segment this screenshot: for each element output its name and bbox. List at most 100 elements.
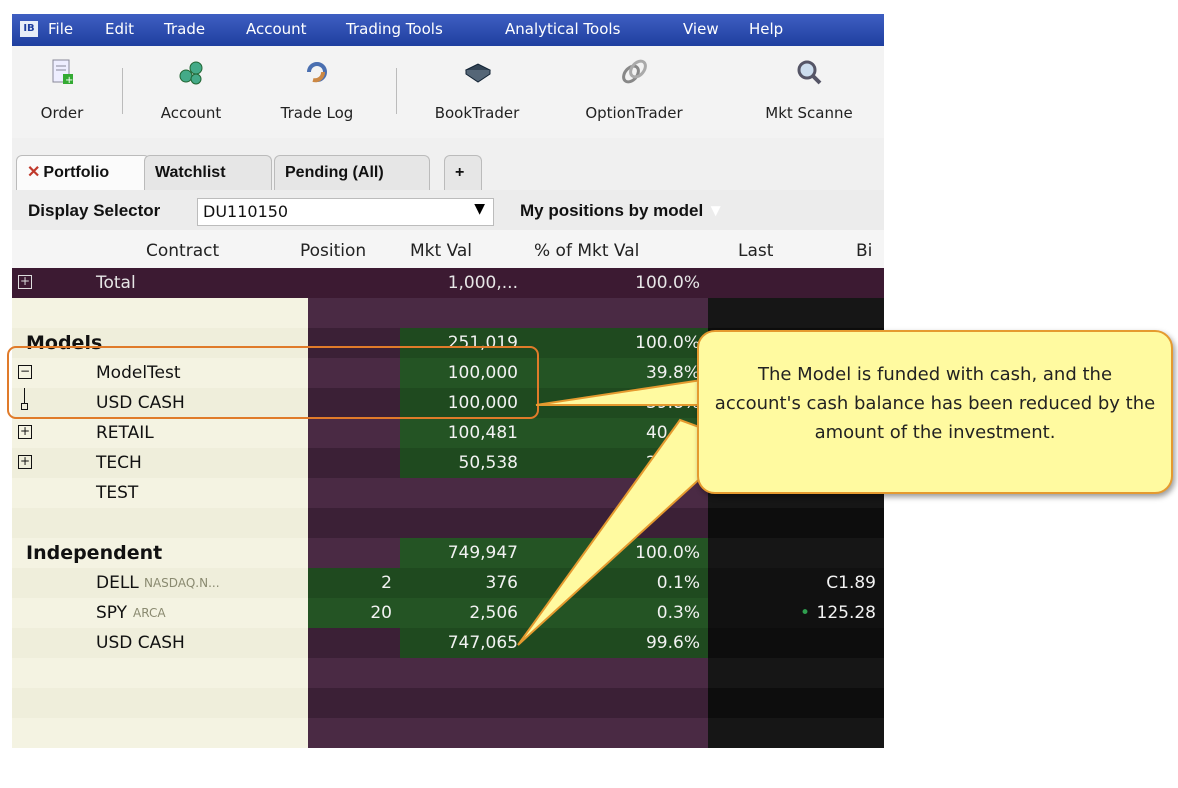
cell-mktval-text: 100,481	[447, 423, 518, 443]
blank-row	[12, 508, 884, 538]
tab-add[interactable]: +	[444, 155, 482, 190]
cell-mktval: 100,000	[400, 358, 526, 388]
tab-strip: ✕ Portfolio Watchlist Pending (All) +	[12, 138, 884, 190]
col-header-mkt-val[interactable]: Mkt Val	[410, 241, 472, 261]
table-row[interactable]: SPY ARCA 20 2,506 0.3% 125.28 •	[12, 598, 884, 628]
col-header-bid[interactable]: Bi	[856, 241, 872, 261]
cell-pct-text: 0.1%	[656, 573, 700, 593]
collapse-icon[interactable]: −	[18, 365, 32, 379]
expand-icon[interactable]: +	[18, 275, 32, 289]
cell-contract	[12, 688, 308, 718]
cell-contract-text: TEST	[96, 483, 139, 503]
cell-mktval-text: 1,000,...	[447, 273, 518, 293]
menu-edit[interactable]: Edit	[105, 20, 134, 38]
cell-last	[708, 718, 884, 748]
cell-position	[308, 448, 400, 478]
tree-connector	[24, 388, 25, 404]
col-header-last[interactable]: Last	[738, 241, 773, 261]
display-selector-label: Display Selector	[28, 201, 161, 220]
booktrader-icon	[463, 58, 491, 86]
tab-pending-all[interactable]: Pending (All)	[274, 155, 430, 190]
cell-contract	[12, 718, 308, 748]
col-header-position[interactable]: Position	[300, 241, 366, 261]
cell-last	[708, 298, 884, 328]
chevron-down-icon: ▼	[707, 201, 725, 220]
cell-mktval: 749,947	[400, 538, 526, 568]
cell-mktval-text: 376	[485, 573, 518, 593]
view-mode-dropdown[interactable]: My positions by model ▼	[520, 201, 724, 221]
cell-position	[308, 718, 400, 748]
display-selector-value: DU110150	[203, 202, 289, 221]
table-row[interactable]: DELL NASDAQ.N... 2 376 0.1% C1.89	[12, 568, 884, 598]
menu-file[interactable]: File	[48, 20, 73, 38]
trade-log-button[interactable]: Trade Log	[262, 46, 372, 138]
menu-trading-tools[interactable]: Trading Tools	[346, 20, 443, 38]
cell-mktval: 1,000,...	[400, 268, 526, 298]
exchange-label: ARCA	[133, 606, 166, 620]
cell-contract-text: RETAIL	[96, 423, 154, 443]
tree-node-icon	[21, 403, 28, 410]
cell-contract-text: DELL	[96, 573, 139, 593]
cell-pct-text: 39.8%	[645, 363, 700, 383]
ib-app-icon[interactable]: IB	[20, 21, 38, 37]
section-row[interactable]: Independent 749,947 100.0%	[12, 538, 884, 568]
menu-view[interactable]: View	[683, 20, 719, 38]
menu-account[interactable]: Account	[246, 20, 307, 38]
tab-portfolio[interactable]: ✕ Portfolio	[16, 155, 150, 190]
cell-contract: Independent	[12, 538, 308, 568]
toolbar: + Order Account Trade Log BookTrader Opt…	[12, 46, 884, 139]
cell-contract-text: Models	[26, 332, 103, 354]
cell-mktval: 251,019	[400, 328, 526, 358]
display-selector-row: Display Selector DU110150 ▼ My positions…	[12, 190, 884, 230]
cell-position	[308, 508, 400, 538]
cell-pct: 20.1%	[526, 448, 708, 478]
booktrader-button[interactable]: BookTrader	[417, 46, 537, 138]
cell-contract-text: ModelTest	[96, 363, 181, 383]
cell-position	[308, 688, 400, 718]
order-button[interactable]: + Order	[24, 46, 100, 138]
table-row[interactable]: USD CASH 747,065 99.6%	[12, 628, 884, 658]
cell-contract: USD CASH	[12, 628, 308, 658]
cell-pct	[526, 718, 708, 748]
callout-text: The Model is funded with cash, and the a…	[714, 364, 1156, 443]
close-icon[interactable]: ✕	[27, 164, 40, 181]
cell-position	[308, 478, 400, 508]
menu-bar: IB File Edit Trade Account Trading Tools…	[12, 14, 884, 46]
cell-pct: 0.1%	[526, 568, 708, 598]
menu-trade[interactable]: Trade	[164, 20, 205, 38]
cell-pct	[526, 658, 708, 688]
menu-help[interactable]: Help	[749, 20, 783, 38]
total-row[interactable]: Total +1,000,... 100.0%	[12, 268, 884, 298]
cell-contract	[12, 508, 308, 538]
expand-icon[interactable]: +	[18, 455, 32, 469]
order-icon: +	[48, 58, 76, 86]
col-header-contract[interactable]: Contract	[146, 241, 219, 261]
mkt-scanner-icon	[795, 58, 823, 86]
blank-row	[12, 688, 884, 718]
display-selector-dropdown[interactable]: DU110150 ▼	[197, 198, 494, 226]
status-dot-icon: •	[799, 603, 810, 623]
cell-mktval: 100,000	[400, 388, 526, 418]
tab-watchlist[interactable]: Watchlist	[144, 155, 272, 190]
cell-mktval-text: 50,538	[458, 453, 518, 473]
cell-position	[308, 388, 400, 418]
cell-pct: 100.0%	[526, 268, 708, 298]
cell-pct-text: 40.0%	[645, 423, 700, 443]
account-button[interactable]: Account	[146, 46, 236, 138]
mkt-scanner-button[interactable]: Mkt Scanne	[734, 46, 884, 138]
cell-position-text: 20	[370, 603, 392, 623]
cell-contract: USD CASH	[12, 388, 308, 418]
cell-last: 125.28 •	[708, 598, 884, 628]
expand-icon[interactable]: +	[18, 425, 32, 439]
exchange-label: NASDAQ.N...	[144, 576, 220, 590]
col-header-pct-mkt-val[interactable]: % of Mkt Val	[534, 241, 639, 261]
cell-last: C1.89	[708, 568, 884, 598]
cell-pct-text: 20.1%	[645, 453, 700, 473]
cell-last-text: 125.28	[816, 603, 876, 623]
cell-last	[708, 538, 884, 568]
menu-analytical-tools[interactable]: Analytical Tools	[505, 20, 620, 38]
cell-mktval-text: 251,019	[447, 333, 518, 353]
window-edge	[12, 750, 884, 772]
cell-contract-text: USD CASH	[96, 393, 185, 413]
optiontrader-button[interactable]: OptionTrader	[564, 46, 704, 138]
